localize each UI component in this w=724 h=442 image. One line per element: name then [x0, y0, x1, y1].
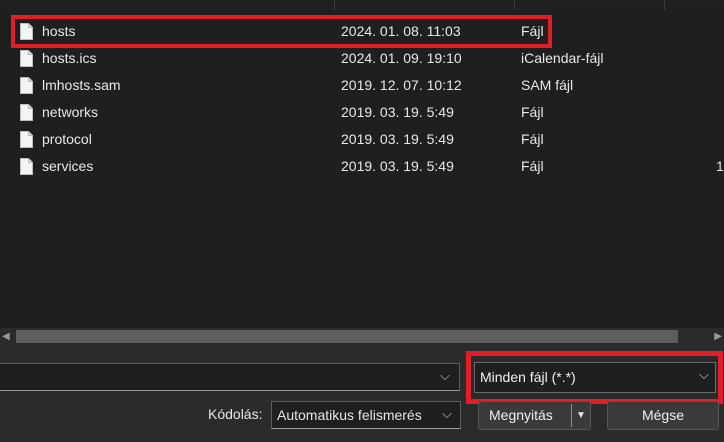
file-type: Fájl — [521, 104, 544, 120]
file-type: Fájl — [521, 23, 544, 39]
open-button-label: Megnyitás — [489, 407, 553, 423]
file-type-filter-select[interactable]: Minden fájl (*.*) — [474, 362, 716, 393]
chevron-down-icon[interactable]: ⌵ — [442, 406, 452, 422]
cancel-button-label: Mégse — [641, 407, 685, 423]
file-icon — [20, 77, 33, 94]
file-icon — [20, 104, 33, 121]
file-icon — [20, 131, 33, 148]
encoding-value: Automatikus felismerés — [277, 407, 422, 423]
chevron-down-icon[interactable]: ⌵ — [440, 368, 450, 384]
file-name: services — [42, 158, 94, 174]
file-date: 2019. 03. 19. 5:49 — [341, 131, 454, 147]
chevron-down-icon[interactable]: ⌵ — [699, 367, 709, 383]
file-icon — [20, 50, 33, 67]
split-button-divider — [571, 404, 572, 427]
filename-input[interactable] — [0, 363, 460, 391]
file-row-hosts-ics[interactable]: hosts.ics 2024. 01. 09. 19:10 iCalendar-… — [0, 45, 724, 72]
file-type-filter-value: Minden fájl (*.*) — [480, 369, 576, 385]
column-divider[interactable] — [514, 0, 515, 10]
column-header — [0, 0, 724, 10]
open-options-chevron-icon[interactable]: ▼ — [573, 405, 589, 426]
open-file-dialog: hosts 2024. 01. 08. 11:03 Fájl hosts.ics… — [0, 0, 724, 442]
file-type: SAM fájl — [521, 77, 574, 93]
column-divider[interactable] — [334, 0, 335, 10]
file-date: 2019. 03. 19. 5:49 — [341, 104, 454, 120]
file-size: 1 — [716, 158, 724, 174]
file-type: Fájl — [521, 131, 544, 147]
file-row-services[interactable]: services 2019. 03. 19. 5:49 Fájl 1 — [0, 153, 724, 180]
file-name: hosts.ics — [42, 50, 97, 66]
file-name: protocol — [42, 131, 92, 147]
file-name: networks — [42, 104, 99, 120]
encoding-label: Kódolás: — [208, 406, 263, 422]
column-divider[interactable] — [664, 0, 665, 10]
file-row-networks[interactable]: networks 2019. 03. 19. 5:49 Fájl — [0, 99, 724, 126]
file-date: 2024. 01. 09. 19:10 — [341, 50, 462, 66]
file-name: lmhosts.sam — [42, 77, 121, 93]
horizontal-scrollbar[interactable]: ◀ ▶ — [0, 328, 724, 345]
file-row-protocol[interactable]: protocol 2019. 03. 19. 5:49 Fájl — [0, 126, 724, 153]
file-date: 2019. 12. 07. 10:12 — [341, 77, 462, 93]
file-type: iCalendar-fájl — [521, 50, 604, 66]
scroll-right-arrow-icon[interactable]: ▶ — [714, 331, 722, 342]
encoding-select[interactable]: Automatikus felismerés — [271, 401, 461, 429]
file-date: 2019. 03. 19. 5:49 — [341, 158, 454, 174]
file-row-hosts[interactable]: hosts 2024. 01. 08. 11:03 Fájl — [0, 18, 724, 45]
cancel-button[interactable]: Mégse — [607, 401, 719, 430]
file-icon — [20, 23, 33, 40]
scrollbar-thumb[interactable] — [16, 330, 678, 343]
scroll-left-arrow-icon[interactable]: ◀ — [2, 331, 10, 342]
file-type: Fájl — [521, 158, 544, 174]
file-icon — [20, 158, 33, 175]
file-row-lmhosts-sam[interactable]: lmhosts.sam 2019. 12. 07. 10:12 SAM fájl — [0, 72, 724, 99]
file-name: hosts — [42, 23, 76, 39]
file-date: 2024. 01. 08. 11:03 — [341, 23, 461, 39]
